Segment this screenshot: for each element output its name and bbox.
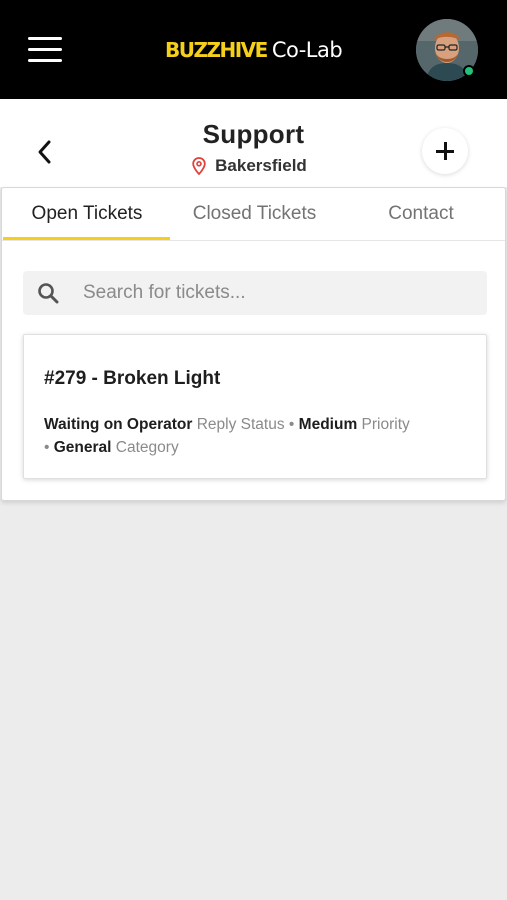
meta-separator: • xyxy=(288,416,295,433)
active-tab-indicator xyxy=(3,237,170,240)
ticket-category: General xyxy=(53,439,112,456)
page-header: Support Bakersfield xyxy=(0,99,507,187)
search-input[interactable] xyxy=(83,271,473,315)
tickets-panel: Open Tickets Closed Tickets Contact #279… xyxy=(1,187,506,501)
ticket-priority: Medium xyxy=(298,416,358,433)
ticket-meta: Waiting on Operator Reply Status • Mediu… xyxy=(44,413,464,459)
tab-closed-tickets[interactable]: Closed Tickets xyxy=(172,188,337,240)
brand-buzzhive: BUZZHIVE xyxy=(165,38,268,62)
meta-separator: • xyxy=(44,439,50,456)
location-name: Bakersfield xyxy=(215,156,307,175)
map-pin-icon xyxy=(192,157,206,175)
ticket-card[interactable]: #279 - Broken Light Waiting on Operator … xyxy=(23,334,487,479)
ticket-reply-status: Waiting on Operator xyxy=(44,416,193,433)
ticket-priority-label: Priority xyxy=(361,416,410,433)
tab-open-tickets[interactable]: Open Tickets xyxy=(2,188,172,240)
search-box[interactable] xyxy=(23,271,487,315)
top-app-bar: BUZZHIVE Co-Lab xyxy=(0,0,507,99)
brand-colab: Co-Lab xyxy=(271,38,343,62)
online-status-dot xyxy=(463,65,475,77)
tab-contact[interactable]: Contact xyxy=(337,188,505,240)
tab-bar: Open Tickets Closed Tickets Contact xyxy=(2,188,505,241)
hamburger-menu-icon[interactable] xyxy=(28,37,62,63)
ticket-reply-status-label: Reply Status xyxy=(196,416,285,433)
ticket-category-label: Category xyxy=(115,439,179,456)
ticket-title: #279 - Broken Light xyxy=(44,368,221,389)
search-icon xyxy=(38,283,59,304)
add-ticket-button[interactable] xyxy=(422,128,468,174)
brand-logo: BUZZHIVE Co-Lab xyxy=(165,34,343,66)
